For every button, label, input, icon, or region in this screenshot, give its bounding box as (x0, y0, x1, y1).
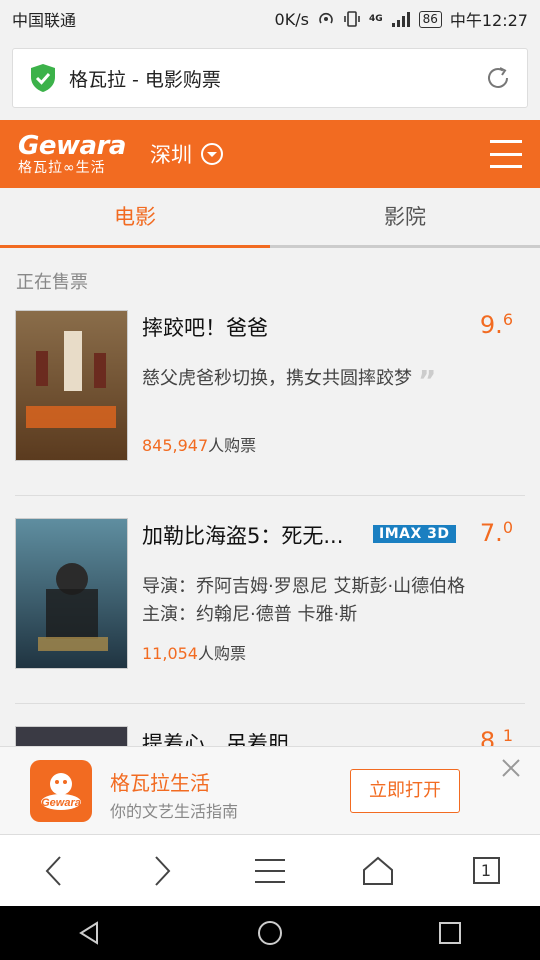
movie-director: 导演：乔阿吉姆·罗恩尼 艾斯彭·山德伯格 (142, 576, 466, 597)
chevron-left-icon (45, 855, 61, 886)
movie-title: 提着心，吊着胆 (142, 732, 289, 746)
movie-title: 摔跤吧！爸爸 (142, 316, 268, 340)
movie-cast: 主演：约翰尼·德普 卡雅·斯 (142, 604, 358, 625)
nav-recents-icon[interactable] (437, 920, 463, 946)
forward-button[interactable] (135, 844, 189, 898)
promo-subtitle: 你的文艺生活指南 (110, 802, 239, 821)
tabs-button[interactable]: 1 (459, 844, 513, 898)
chevron-right-icon (155, 855, 171, 886)
back-button[interactable] (27, 844, 81, 898)
nav-home-icon[interactable] (257, 920, 283, 946)
tab-count: 1 (472, 857, 500, 884)
net-speed: 0K/s (274, 9, 309, 29)
home-icon (363, 856, 393, 885)
logo-text-cn: 格瓦拉∞生活 (18, 160, 106, 176)
quote-icon: ” (418, 364, 437, 397)
status-icons: 0K/s 4G 86 中午12:27 (275, 7, 528, 31)
divider (15, 495, 525, 496)
system-nav-bar (0, 906, 540, 960)
imax-3d-badge: IMAX 3D (373, 525, 456, 543)
signal-icon (391, 12, 410, 27)
movie-item[interactable]: 提着心，吊着胆 8.1 (15, 726, 525, 746)
home-button[interactable] (351, 844, 405, 898)
battery-indicator: 86 (418, 10, 442, 28)
movie-poster[interactable] (15, 518, 128, 669)
clock: 中午12:27 (449, 11, 528, 30)
buyer-count: 845,947人购票 (142, 436, 257, 455)
browser-toolbar: 1 (0, 834, 540, 906)
status-bar: 中国联通 0K/s 4G 86 中午12:27 (0, 0, 540, 38)
open-app-button[interactable]: 立即打开 (350, 769, 460, 813)
divider (15, 703, 525, 704)
movie-poster[interactable] (15, 310, 128, 461)
tab-movies[interactable]: 电影 (0, 188, 270, 248)
close-icon[interactable] (500, 757, 522, 779)
movie-item[interactable]: 加勒比海盗5：死无... IMAX 3D 7.0 导演：乔阿吉姆·罗恩尼 艾斯彭… (15, 518, 525, 708)
movie-score: 7.0 (479, 518, 513, 547)
movie-poster[interactable] (15, 726, 128, 746)
browser-chrome: 格瓦拉 - 电影购票 (0, 38, 540, 120)
menu-lines-icon (255, 858, 285, 883)
hotspot-icon (319, 12, 333, 24)
chevron-down-circle-icon (201, 143, 223, 165)
nav-back-icon[interactable] (77, 920, 103, 946)
movie-item[interactable]: 摔跤吧！爸爸 9.6 慈父虎爸秒切换，携女共圆摔跤梦” 845,947人购票 (15, 310, 525, 500)
tab-cinemas[interactable]: 影院 (270, 188, 540, 248)
movie-score: 9.6 (479, 310, 513, 339)
carrier-label: 中国联通 (12, 11, 77, 30)
logo-text-en: Gewara (18, 131, 126, 161)
page-title: 格瓦拉 - 电影购票 (69, 68, 221, 91)
promo-title: 格瓦拉生活 (110, 771, 210, 795)
vibrate-icon (344, 11, 360, 27)
category-tabs: 电影 影院 (0, 188, 540, 248)
address-bar[interactable]: 格瓦拉 - 电影购票 (12, 48, 528, 108)
movie-title: 加勒比海盗5：死无... (142, 524, 344, 548)
menu-button[interactable] (243, 844, 297, 898)
hamburger-menu-icon[interactable] (490, 140, 522, 168)
app-promo-banner: Gewara 格瓦拉生活 你的文艺生活指南 立即打开 (0, 746, 540, 834)
section-title: 正在售票 (16, 272, 88, 293)
movie-description: 慈父虎爸秒切换，携女共圆摔跤梦” (142, 364, 437, 397)
shield-check-icon (31, 64, 55, 92)
network-type: 4G (368, 14, 383, 24)
gewara-logo[interactable]: Gewara 格瓦拉∞生活 (18, 133, 126, 175)
city-label: 深圳 (150, 143, 192, 167)
city-selector[interactable]: 深圳 (150, 139, 224, 169)
buyer-count: 11,054人购票 (142, 644, 246, 663)
refresh-icon[interactable] (483, 63, 513, 93)
movie-score: 8.1 (479, 726, 513, 746)
site-header: Gewara 格瓦拉∞生活 深圳 (0, 120, 540, 188)
app-icon-text: Gewara (41, 797, 81, 809)
gewara-app-icon: Gewara (30, 760, 92, 822)
